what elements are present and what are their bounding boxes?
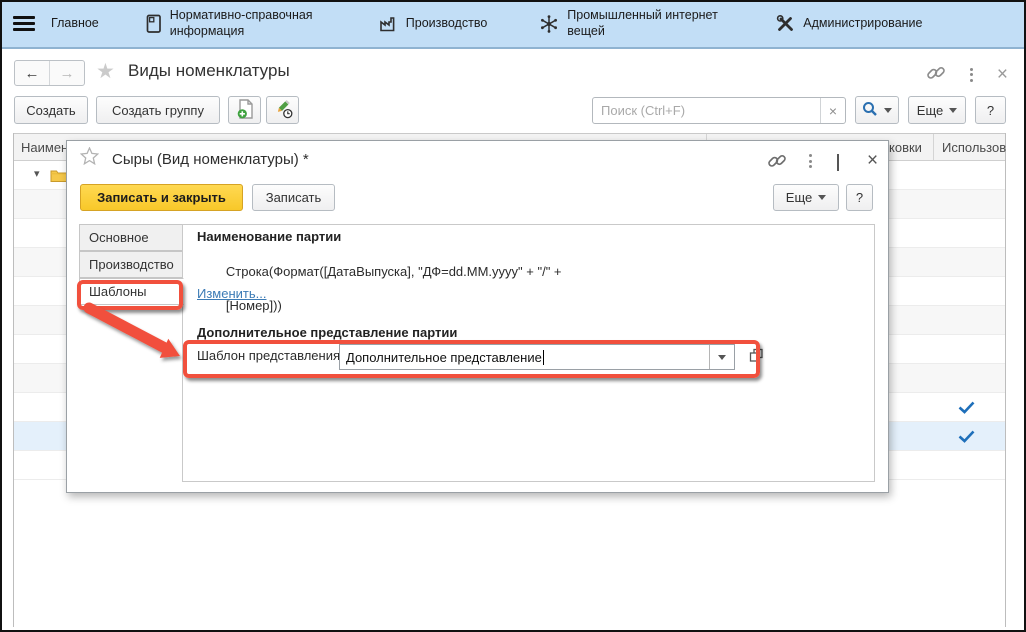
search-options-button[interactable] — [855, 96, 899, 124]
search-input[interactable] — [593, 98, 820, 123]
top-menu-bar: Главное Нормативно-справочная информация… — [0, 0, 1026, 49]
magnifier-icon — [862, 101, 878, 120]
factory-icon — [378, 15, 398, 32]
menu-item-main[interactable]: Главное — [51, 16, 99, 32]
more-button[interactable]: Еще — [908, 96, 966, 124]
dialog-more-menu-icon[interactable] — [809, 154, 812, 168]
batch-view-heading: Дополнительное представление партии — [197, 325, 457, 340]
menu-item-nsi[interactable]: Нормативно-справочная информация — [145, 8, 330, 39]
search-box: × — [592, 97, 846, 124]
checkmark-icon — [958, 430, 975, 446]
chevron-down-icon — [884, 108, 892, 113]
close-list-icon[interactable]: × — [997, 68, 1008, 82]
dialog-close-icon[interactable]: × — [867, 155, 878, 167]
column-header-name[interactable]: Наимен — [21, 140, 68, 155]
pencil-clock-icon — [272, 99, 294, 122]
batch-name-heading: Наименование партии — [197, 229, 341, 244]
tab-main[interactable]: Основное — [79, 224, 183, 251]
menu-label: Промышленный интернет вещей — [567, 8, 727, 39]
hamburger-menu-icon[interactable] — [13, 16, 35, 31]
edit-history-button[interactable] — [266, 96, 299, 124]
menu-item-iot[interactable]: Промышленный интернет вещей — [539, 8, 727, 39]
edit-template-link[interactable]: Изменить... — [197, 286, 266, 301]
tab-production[interactable]: Производство — [79, 251, 183, 278]
open-value-icon[interactable] — [749, 348, 764, 366]
history-nav: ← → — [14, 60, 85, 86]
dialog-get-link-icon[interactable] — [767, 151, 787, 174]
text-caret — [543, 350, 544, 365]
menu-item-production[interactable]: Производство — [378, 15, 488, 32]
tab-templates[interactable]: Шаблоны — [79, 278, 184, 305]
get-link-icon[interactable] — [926, 63, 946, 86]
checkmark-icon — [958, 401, 975, 417]
help-button[interactable]: ? — [975, 96, 1006, 124]
template-representation-input[interactable]: Дополнительное представление — [339, 344, 735, 370]
favorite-star-icon[interactable]: ★ — [96, 61, 115, 82]
template-field-label: Шаблон представления: — [197, 348, 344, 363]
copy-item-button[interactable] — [228, 96, 261, 124]
field-dropdown-button[interactable] — [709, 345, 734, 369]
dialog-title: Сыры (Вид номенклатуры) * — [112, 151, 309, 168]
menu-label: Нормативно-справочная информация — [170, 8, 330, 39]
back-button[interactable]: ← — [15, 61, 50, 85]
dialog-help-button[interactable]: ? — [846, 184, 873, 211]
templates-panel: Наименование партии Строка(Формат([ДатаВ… — [182, 224, 875, 482]
favorite-star-outline-icon[interactable] — [80, 147, 99, 168]
dialog-more-button[interactable]: Еще — [773, 184, 839, 211]
menu-label: Главное — [51, 16, 99, 32]
application-window: Главное Нормативно-справочная информация… — [0, 0, 1026, 632]
copy-document-icon — [235, 98, 255, 123]
nomenclature-type-dialog: Сыры (Вид номенклатуры) * × Записать и з… — [66, 140, 889, 493]
chevron-down-icon — [718, 355, 726, 360]
more-menu-icon[interactable] — [970, 68, 973, 82]
create-group-button[interactable]: Создать группу — [96, 96, 220, 124]
column-header-characteristics[interactable]: Использов — [942, 140, 1006, 155]
column-header-packaging[interactable]: ковки — [889, 140, 922, 155]
book-icon — [145, 14, 162, 34]
dialog-maximize-icon[interactable] — [837, 155, 839, 170]
chevron-down-icon — [949, 108, 957, 113]
tools-icon — [775, 14, 795, 34]
menu-label: Администрирование — [803, 16, 922, 32]
search-clear-icon[interactable]: × — [820, 98, 845, 123]
menu-label: Производство — [406, 16, 488, 32]
create-button[interactable]: Создать — [14, 96, 88, 124]
page-title: Виды номенклатуры — [128, 61, 290, 81]
expander-icon[interactable]: ▾ — [34, 167, 40, 180]
menu-item-administration[interactable]: Администрирование — [775, 14, 922, 34]
chevron-down-icon — [818, 195, 826, 200]
iot-icon — [539, 14, 559, 34]
forward-button[interactable]: → — [50, 61, 84, 85]
save-button[interactable]: Записать — [252, 184, 335, 211]
save-and-close-button[interactable]: Записать и закрыть — [80, 184, 243, 211]
title-row: ← → ★ Виды номенклатуры × — [0, 49, 1026, 89]
